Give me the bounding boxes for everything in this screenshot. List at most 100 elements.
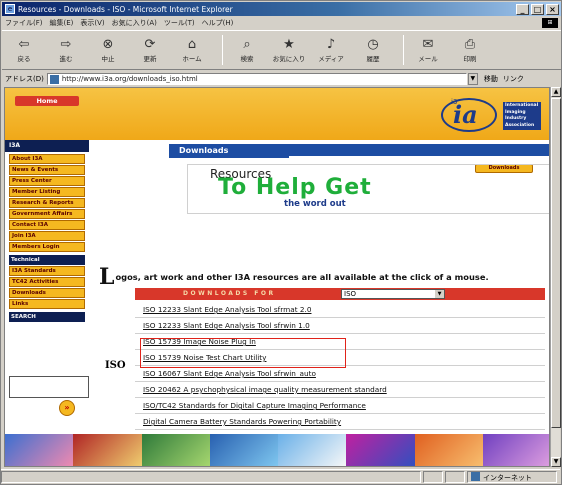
sidebar-item[interactable]: News & Events — [9, 165, 85, 175]
download-link[interactable]: ISO 20462 A psychophysical image quality… — [135, 382, 545, 398]
sidebar-subheader: Technical — [9, 255, 85, 265]
close-button[interactable]: × — [546, 3, 559, 15]
status-lock-cell — [423, 470, 443, 483]
download-link[interactable]: ISO 12233 Slant Edge Analysis Tool sfrwi… — [135, 318, 545, 334]
sidebar-item[interactable]: Press Center — [9, 176, 85, 186]
photo-4 — [209, 434, 278, 466]
refresh-icon: ⟳ — [144, 37, 156, 52]
hero-banner: Resources To Help Get the word out — [187, 164, 549, 214]
category-selected: ISO — [344, 290, 357, 298]
sidebar-item[interactable]: Member Listing — [9, 187, 85, 197]
toolbar-button-2[interactable]: ⊗ 中止 — [90, 32, 126, 68]
toolbar-button-label: 戻る — [17, 55, 31, 63]
scroll-down-icon[interactable]: ▼ — [551, 457, 561, 467]
toolbar-button-7[interactable]: ♪ メディア — [313, 32, 349, 68]
sidebar-item[interactable]: About I3A — [9, 154, 85, 164]
toolbar-button-8[interactable]: ◷ 履歴 — [355, 32, 391, 68]
forward-arrow-icon: ⇨ — [60, 37, 72, 52]
sidebar-item[interactable]: Members Login — [9, 242, 85, 252]
toolbar-button-1[interactable]: ⇨ 進む — [48, 32, 84, 68]
photo-7 — [414, 434, 483, 466]
page-icon — [49, 75, 59, 84]
download-link[interactable]: ISO/TC42 Standards for Digital Capture I… — [135, 398, 545, 414]
search-icon: ⌕ — [243, 37, 251, 52]
go-button[interactable]: 移動 — [484, 74, 498, 84]
address-dropdown-icon[interactable]: ▼ — [467, 73, 478, 85]
download-link[interactable]: Digital Camera Battery Standards Powerin… — [135, 414, 545, 430]
sidebar-item[interactable]: Research & Reports — [9, 198, 85, 208]
menu-edit[interactable]: 編集(E) — [50, 18, 74, 28]
photo-8 — [482, 434, 549, 466]
sidebar-sub-item[interactable]: Links — [9, 299, 85, 309]
menu-view[interactable]: 表示(V) — [80, 18, 104, 28]
sidebar-sub-item[interactable]: TC42 Activities — [9, 277, 85, 287]
status-blank-cell — [445, 470, 465, 483]
toolbar-button-label: メール — [418, 55, 438, 63]
download-link[interactable]: ISO 16067 Slant Edge Analysis Tool sfrwi… — [135, 366, 545, 382]
vertical-scrollbar[interactable]: ▲ ▼ — [550, 87, 561, 467]
sidebar-item[interactable]: Join I3A — [9, 231, 85, 241]
downloads-tab[interactable]: Downloads — [169, 144, 289, 158]
logo-mark: ia — [453, 100, 478, 129]
toolbar-button-label: 検索 — [240, 55, 254, 63]
page-viewport: Home i3 ia International Imaging Industr… — [4, 87, 550, 467]
sidebar: I3A About I3A News & Events Press Center Me… — [5, 140, 89, 440]
toolbar-button-3[interactable]: ⟳ 更新 — [132, 32, 168, 68]
chevron-down-icon[interactable]: ▼ — [435, 290, 444, 298]
search-label: SEARCH — [9, 312, 85, 322]
sidebar-item[interactable]: Government Affairs — [9, 209, 85, 219]
scroll-thumb[interactable] — [551, 98, 561, 428]
scroll-up-icon[interactable]: ▲ — [551, 87, 561, 97]
toolbar-button-4[interactable]: ⌂ ホーム — [174, 32, 210, 68]
category-select[interactable]: ISO ▼ — [341, 289, 445, 299]
globe-icon — [471, 471, 480, 481]
photo-2 — [73, 434, 142, 466]
toolbar-button-6[interactable]: ★ お気に入り — [271, 32, 307, 68]
logo-wordmark: International Imaging Industry Associati… — [503, 102, 541, 130]
download-link[interactable]: ISO 12233 Slant Edge Analysis Tool sfrma… — [135, 302, 545, 318]
search-go-button[interactable]: » — [59, 400, 75, 416]
intro-text: Logos, art work and other I3A resources … — [99, 264, 545, 290]
toolbar-button-label: 履歴 — [366, 55, 380, 63]
favorites-icon: ★ — [283, 37, 295, 52]
maximize-button[interactable]: □ — [531, 3, 544, 15]
address-input[interactable]: http://www.i3a.org/downloads_iso.html — [46, 73, 467, 85]
toolbar-button-5[interactable]: ⌕ 検索 — [229, 32, 265, 68]
hero-headline: To Help Get — [218, 175, 372, 200]
window-title: Resources - Downloads - ISO - Microsoft … — [18, 4, 233, 14]
highlight-box — [140, 338, 346, 368]
media-icon: ♪ — [326, 37, 336, 52]
search-input[interactable] — [9, 376, 89, 398]
toolbar-separator — [222, 35, 223, 65]
menu-bar: ファイル(F) 編集(E) 表示(V) お気に入り(A) ツール(T) ヘルプ(… — [2, 17, 561, 29]
photo-3 — [141, 434, 210, 466]
sidebar-item[interactable]: Contact I3A — [9, 220, 85, 230]
toolbar-button-label: メディア — [318, 55, 344, 63]
intro-body: ogos, art work and other I3A resources a… — [115, 272, 489, 282]
minimize-button[interactable]: _ — [516, 3, 529, 15]
links-button[interactable]: リンク — [503, 74, 524, 84]
stop-icon: ⊗ — [102, 37, 114, 52]
windows-flag-icon: ⊞ — [542, 18, 558, 28]
home-button[interactable]: Home — [15, 96, 79, 106]
i3a-logo[interactable]: i3 ia International Imaging Industry Ass… — [441, 98, 545, 134]
toolbar-button-10[interactable]: ⎙ 印刷 — [452, 32, 488, 68]
toolbar-button-9[interactable]: ✉ メール — [410, 32, 446, 68]
sidebar-header: I3A — [5, 140, 89, 152]
sidebar-sub-item[interactable]: Downloads — [9, 288, 85, 298]
sidebar-sub-item[interactable]: I3A Standards — [9, 266, 85, 276]
menu-help[interactable]: ヘルプ(H) — [202, 18, 234, 28]
toolbar-button-label: 更新 — [143, 55, 157, 63]
hero-tagline: the word out — [284, 199, 346, 209]
downloads-for-label: DOWNLOADS FOR — [183, 290, 276, 297]
toolbar-button-label: ホーム — [182, 55, 202, 63]
menu-favorites[interactable]: お気に入り(A) — [112, 18, 157, 28]
toolbar-button-label: 印刷 — [463, 55, 477, 63]
menu-tools[interactable]: ツール(T) — [164, 18, 195, 28]
status-text — [1, 470, 421, 483]
sidebar-nav: About I3A News & Events Press Center Member… — [5, 154, 89, 323]
ie-logo-icon: e — [5, 4, 15, 14]
toolbar-button-label: 中止 — [101, 55, 115, 63]
toolbar-button-0[interactable]: ⇦ 戻る — [6, 32, 42, 68]
menu-file[interactable]: ファイル(F) — [5, 18, 43, 28]
